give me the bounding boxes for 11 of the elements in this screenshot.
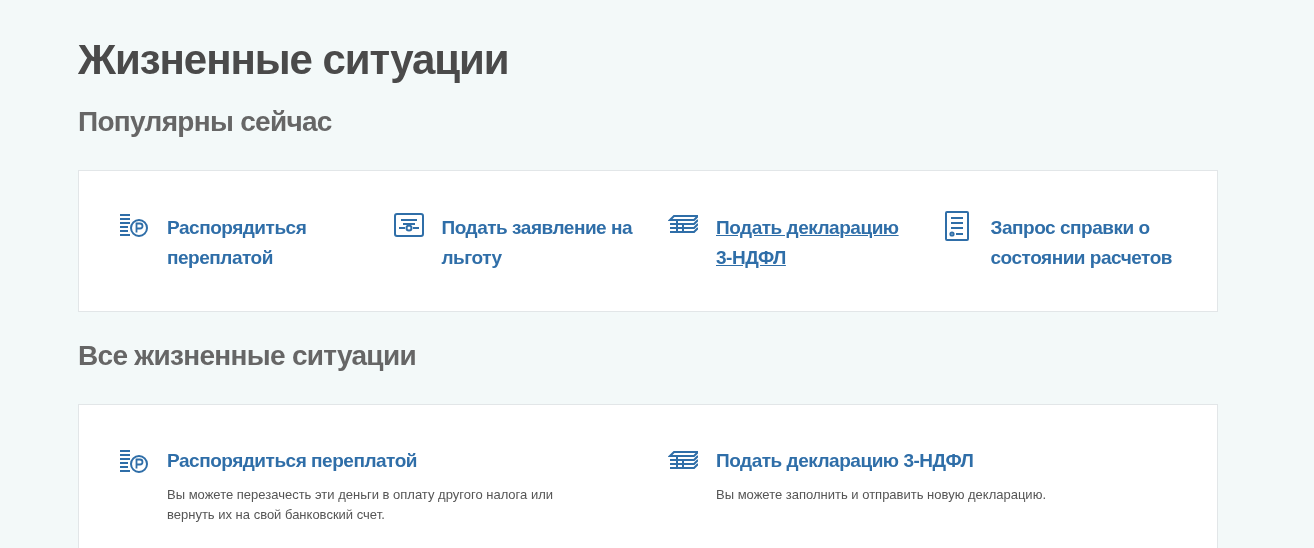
situation-link[interactable]: Распорядиться переплатой [167,213,367,273]
situation-link[interactable]: Подать заявление на льготу [441,213,642,273]
situation-description: Вы можете заполнить и отправить новую декларацию. [716,486,1046,504]
situation-link[interactable]: Распорядиться переплатой [167,447,417,475]
section-heading: Популярны сейчас [78,105,332,139]
situation-link[interactable]: Подать декларацию 3-НДФЛ [716,447,974,475]
situation-link[interactable]: Подать декларацию 3-НДФЛ [716,213,916,273]
page-title: Жизненные ситуации [78,35,509,85]
situation-link[interactable]: Запрос справки о состоянии расчетов [990,213,1191,273]
section-heading: Все жизненные ситуации [78,339,416,373]
situation-description: Вы можете перезачесть эти деньги в оплату другого налога или вернуть их на свой банковский счет. [167,486,554,524]
